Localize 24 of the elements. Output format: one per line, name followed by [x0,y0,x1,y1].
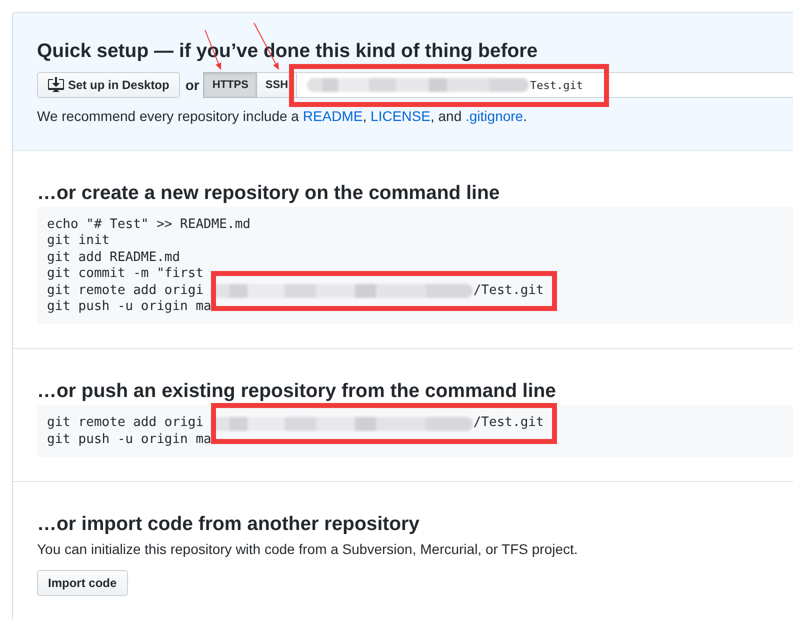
text-link[interactable]: LICENSE [370,108,430,124]
text-link[interactable]: README [302,108,363,124]
code-line: git remote add origi [47,415,204,432]
code-line: echo "# Test" >> README.md [47,217,250,234]
code-line: git commit -m "first [47,266,204,283]
import-code-button[interactable]: Import code [37,570,128,596]
protocol-toggle[interactable]: HTTPS [203,72,258,98]
code-text: /Test.git [473,415,544,432]
code-line: git push -u origin ma [47,298,212,316]
description-text: You can initialize this repository with code from a Subversion, Mercurial, or TFS project. [37,540,579,560]
code-line: git add README.md [47,250,180,266]
code-line: git init [47,233,110,250]
text-link[interactable]: .gitignore [466,108,524,124]
code-text: /Test.git [473,282,544,299]
clone-url-field[interactable]: Test.git [297,72,793,98]
setup-desktop-button[interactable]: Set up in Desktop [37,72,180,98]
code-line: git push -u origin ma [47,432,212,448]
code-line: git remote add origi [47,282,204,299]
section-heading: …or import code from another repository [37,512,420,536]
section-heading: …or create a new repository on the command line [37,181,501,205]
desktop-download-icon [48,77,64,93]
section-heading: …or push an existing repository from the command line [37,379,557,404]
recommendation-text: We recommend every repository include a README, LICENSE, and .gitignore. [37,107,528,126]
or-label: or [185,77,200,93]
